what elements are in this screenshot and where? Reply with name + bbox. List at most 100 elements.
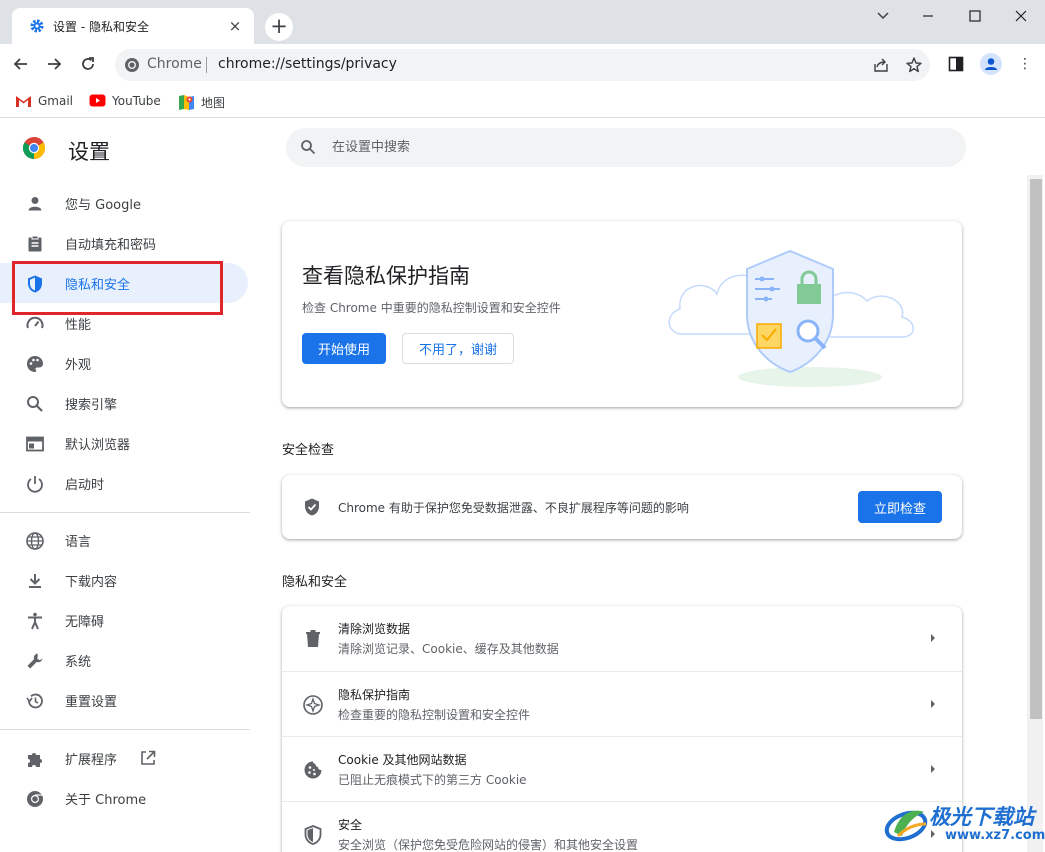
sidebar-item-autofill[interactable]: 自动填充和密码 (0, 223, 248, 263)
clipboard-icon (28, 235, 42, 252)
bookmark-gmail[interactable]: Gmail (15, 93, 85, 111)
history-icon (26, 693, 43, 709)
arrow-left-icon (13, 58, 27, 70)
sidebar-item-reset-settings[interactable]: 重置设置 (0, 680, 248, 720)
bookmark-star-icon[interactable] (905, 56, 923, 74)
bookmark-label: 地图 (201, 96, 226, 110)
privacy-guide-promo-card: 查看隐私保护指南 检查 Chrome 中重要的隐私控制设置和安全控件 开始使用 … (282, 221, 962, 407)
sidebar-item-label: 系统 (65, 655, 92, 670)
promo-description: 检查 Chrome 中重要的隐私控制设置和安全控件 (302, 301, 561, 315)
bookmarks-bar: Gmail YouTube 地图 (0, 86, 1045, 118)
site-label: Chrome (147, 56, 202, 72)
chevron-down-icon (877, 12, 889, 20)
maximize-button[interactable] (960, 5, 990, 27)
security-row[interactable]: 安全 安全浏览（保护您免受危险网站的侵害）和其他安全设置 (282, 801, 962, 852)
minimize-icon (923, 15, 933, 17)
browser-tab[interactable]: 设置 - 隐私和安全 × (12, 8, 254, 44)
dismiss-guide-button[interactable]: 不用了，谢谢 (402, 333, 514, 364)
privacy-guide-row[interactable]: 隐私保护指南 检查重要的隐私控制设置和安全控件 (282, 671, 962, 736)
settings-search-box[interactable] (286, 128, 966, 167)
tab-search-button[interactable] (868, 5, 898, 27)
speedometer-icon (26, 316, 44, 329)
bookmark-maps[interactable]: 地图 (178, 93, 238, 111)
sidebar-item-search-engine[interactable]: 搜索引擎 (0, 383, 248, 423)
watermark: 极光下载站 www.xz7.com (884, 800, 1045, 848)
cookies-row[interactable]: Cookie 及其他网站数据 已阻止无痕模式下的第三方 Cookie (282, 736, 962, 801)
watermark-logo-icon (884, 810, 928, 842)
sidebar-item-label: 搜索引擎 (65, 398, 118, 413)
sidebar-item-about-chrome[interactable]: 关于 Chrome (0, 778, 248, 818)
sidebar-item-extensions[interactable]: 扩展程序 (0, 738, 248, 778)
back-button[interactable] (9, 52, 33, 76)
sidebar-item-label: 启动时 (65, 478, 105, 493)
palette-icon (27, 356, 43, 372)
clear-browsing-data-row[interactable]: 清除浏览数据 清除浏览记录、Cookie、缓存及其他数据 (282, 606, 962, 671)
tab-close-icon[interactable]: × (226, 17, 244, 35)
sidebar-item-label: 自动填充和密码 (65, 238, 157, 253)
sidebar-item-system[interactable]: 系统 (0, 640, 248, 680)
chevron-right-icon (931, 634, 935, 642)
side-panel-icon[interactable] (948, 56, 964, 72)
minimize-button[interactable] (913, 5, 943, 27)
safety-check-section-title: 安全检查 (282, 443, 335, 458)
settings-title: 设置 (68, 140, 110, 164)
person-icon (985, 58, 997, 70)
privacy-settings-card: 清除浏览数据 清除浏览记录、Cookie、缓存及其他数据 隐私保护指南 检查重要… (282, 606, 962, 852)
chevron-right-icon (931, 765, 935, 773)
sidebar-item-accessibility[interactable]: 无障碍 (0, 600, 248, 640)
gmail-icon (16, 96, 31, 107)
chrome-logo-icon (22, 137, 46, 159)
sidebar-divider (0, 512, 250, 513)
url-text[interactable]: chrome://settings/privacy (218, 56, 397, 72)
sidebar-item-label: 您与 Google (65, 198, 141, 213)
sidebar-item-label: 重置设置 (65, 695, 118, 710)
start-guide-button[interactable]: 开始使用 (302, 333, 386, 364)
sidebar-item-label: 扩展程序 (65, 753, 118, 768)
more-menu-icon[interactable]: ⋮ (1018, 54, 1032, 74)
row-title: 隐私保护指南 (338, 688, 411, 702)
row-title: Cookie 及其他网站数据 (338, 753, 467, 767)
compass-icon (303, 695, 323, 715)
sidebar-item-label: 语言 (65, 535, 92, 550)
maximize-icon (969, 10, 981, 22)
row-subtitle: 已阻止无痕模式下的第三方 Cookie (338, 773, 527, 787)
sidebar-item-downloads[interactable]: 下载内容 (0, 560, 248, 600)
forward-button[interactable] (42, 52, 66, 76)
sidebar-item-you-and-google[interactable]: 您与 Google (0, 183, 248, 223)
bookmark-youtube[interactable]: YouTube (89, 93, 169, 111)
row-title: 清除浏览数据 (338, 622, 411, 636)
close-icon (1015, 10, 1027, 22)
profile-avatar[interactable] (980, 53, 1002, 75)
browser-toolbar: Chrome chrome://settings/privacy ⋮ (0, 44, 1045, 86)
safety-check-card: Chrome 有助于保护您免受数据泄露、不良扩展程序等问题的影响 立即检查 (282, 475, 962, 539)
security-shield-icon (304, 825, 322, 845)
maps-icon (179, 95, 194, 110)
address-bar[interactable]: Chrome chrome://settings/privacy (115, 49, 930, 81)
sidebar-item-on-startup[interactable]: 启动时 (0, 463, 248, 503)
title-bar: 设置 - 隐私和安全 × + (0, 0, 1045, 44)
power-icon (27, 476, 43, 493)
check-now-button[interactable]: 立即检查 (858, 491, 942, 523)
cookie-icon (304, 761, 322, 779)
privacy-shield-illustration (668, 249, 914, 387)
sidebar-item-label: 关于 Chrome (65, 793, 147, 808)
sidebar-item-label: 性能 (65, 318, 92, 333)
sidebar-item-languages[interactable]: 语言 (0, 520, 248, 560)
watermark-name: 极光下载站 (929, 805, 1034, 829)
scrollbar-thumb[interactable] (1030, 179, 1042, 719)
sidebar-item-appearance[interactable]: 外观 (0, 343, 248, 383)
close-window-button[interactable] (1006, 5, 1036, 27)
download-icon (29, 574, 41, 588)
settings-header: 设置 (0, 119, 1027, 175)
sidebar-item-default-browser[interactable]: 默认浏览器 (0, 423, 248, 463)
share-icon[interactable] (872, 56, 890, 74)
sidebar-item-label: 外观 (65, 358, 92, 373)
puzzle-icon (28, 753, 42, 767)
person-icon (28, 197, 42, 211)
new-tab-button[interactable]: + (265, 13, 293, 41)
shield-check-icon (305, 498, 319, 516)
settings-search-input[interactable] (332, 137, 932, 157)
reload-icon (82, 57, 94, 70)
reload-button[interactable] (76, 52, 100, 76)
row-title: 安全 (338, 818, 363, 832)
